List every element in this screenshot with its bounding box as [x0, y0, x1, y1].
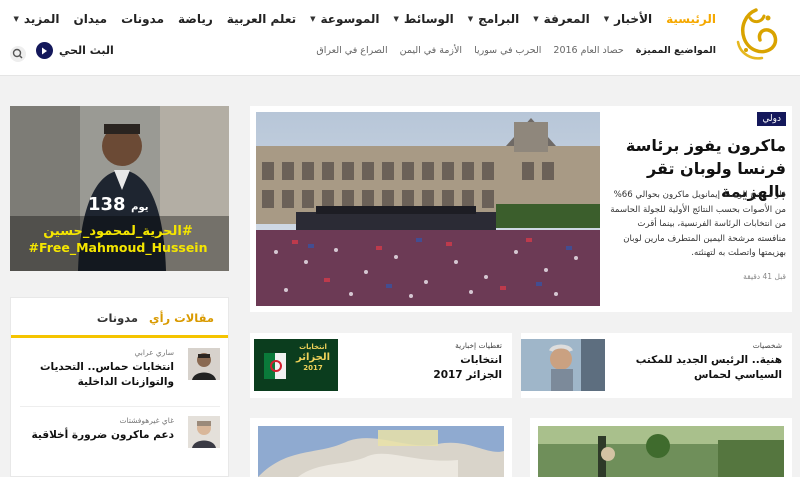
- opinion-item[interactable]: غاي غيرهوفشتات دعم ماكرون ضرورة أخلاقية: [20, 416, 220, 476]
- topic-link[interactable]: الأزمة في اليمن: [400, 45, 462, 56]
- main-story-card[interactable]: دولي ماكرون يفوز برئاسة فرنسا ولوبان تقر…: [250, 106, 792, 312]
- nav-item-sport[interactable]: رياضة: [178, 12, 213, 26]
- story-thumbnail: انتخابات الجزائر 2017: [254, 339, 338, 391]
- play-icon: [36, 42, 53, 59]
- opinion-title[interactable]: انتخابات حماس.. التحديات والتوازنات الدا…: [24, 360, 174, 390]
- story-thumbnail: [521, 339, 605, 391]
- caret-down-icon: ▼: [467, 15, 474, 23]
- main-story-image[interactable]: [256, 112, 600, 306]
- nav-item-home[interactable]: الرئيسية: [666, 12, 716, 26]
- story-card[interactable]: [250, 418, 512, 477]
- nav-item-encyclopedia[interactable]: الموسوعة ▼: [310, 12, 379, 26]
- story-card[interactable]: شخصيات هنية.. الرئيس الجديد للمكتب السيا…: [521, 333, 792, 398]
- live-stream-button[interactable]: البث الحي: [36, 42, 114, 59]
- nav-item-programs[interactable]: البرامج ▼: [468, 12, 520, 26]
- featured-topics: المواضيع المميزة حصاد العام 2016 الحرب ف…: [304, 45, 716, 56]
- story-image: [258, 426, 504, 477]
- thumbnail-caption: انتخابات الجزائر 2017: [295, 343, 330, 372]
- tab-opinion-articles[interactable]: مقالات رأي: [149, 311, 214, 325]
- story-category[interactable]: شخصيات: [753, 341, 782, 350]
- opinion-title[interactable]: دعم ماكرون ضرورة أخلاقية: [24, 428, 174, 443]
- nav-item-blogs[interactable]: مدونات: [121, 12, 164, 26]
- story-image: [538, 426, 784, 477]
- featured-topics-label: المواضيع المميزة: [635, 45, 716, 56]
- story-category[interactable]: تغطيات إخبارية: [455, 341, 502, 350]
- story-card[interactable]: [530, 418, 792, 477]
- caret-down-icon: ▼: [533, 15, 539, 23]
- topic-link[interactable]: حصاد العام 2016: [553, 45, 623, 56]
- topic-link[interactable]: الصراع في العراق: [316, 45, 387, 56]
- author-name: ساري عرابي: [134, 348, 174, 357]
- live-stream-label: البث الحي: [59, 44, 114, 57]
- story-title[interactable]: هنية.. الرئيس الجديد للمكتب السياسي لحما…: [632, 353, 782, 383]
- site-header: الرئيسية الأخبار ▼ المعرفة ▼ البرامج ▼ الوس…: [0, 0, 800, 76]
- main-story-text: دولي ماكرون يفوز برئاسة فرنسا ولوبان تقر…: [606, 112, 786, 306]
- timestamp: قبل 41 دقيقة: [743, 272, 786, 281]
- opinion-item[interactable]: ساري عرابي انتخابات حماس.. التحديات والت…: [20, 348, 220, 408]
- nav-item-media[interactable]: الوسائط ▼: [394, 12, 454, 26]
- divider: [20, 406, 220, 407]
- caret-down-icon: ▼: [393, 15, 399, 23]
- author-name: غاي غيرهوفشتات: [119, 416, 175, 425]
- campaign-hashtag-arabic: #الحرية_لمحمود_حسين: [43, 224, 193, 239]
- campaign-hashtag-english: #Free_Mahmoud_Hussein: [28, 240, 208, 255]
- author-avatar: [188, 348, 220, 380]
- author-avatar: [188, 416, 220, 448]
- topic-link[interactable]: الحرب في سوريا: [474, 45, 541, 56]
- caret-down-icon: ▼: [310, 15, 316, 23]
- opinion-box: مقالات رأي مدونات ساري عرابي انتخابات حم…: [10, 297, 229, 477]
- nav-item-knowledge[interactable]: المعرفة ▼: [533, 12, 589, 26]
- nav-item-midan[interactable]: ميدان: [73, 12, 107, 26]
- story-card[interactable]: انتخابات الجزائر 2017 تغطيات إخبارية انت…: [250, 333, 512, 398]
- aljazeera-logo[interactable]: [728, 4, 784, 64]
- nav-item-learn-arabic[interactable]: تعلم العربية: [227, 12, 296, 26]
- days-counter: يوم 138: [88, 194, 149, 215]
- story-title[interactable]: انتخابات الجزائر 2017: [422, 353, 502, 383]
- category-badge[interactable]: دولي: [757, 112, 786, 126]
- campaign-promo[interactable]: يوم 138 #الحرية_لمحمود_حسين #Free_Mahmou…: [10, 106, 229, 271]
- caret-down-icon: ▼: [13, 15, 19, 23]
- search-button[interactable]: [10, 46, 26, 62]
- main-story-summary: فاز مرشح الوسط إيمانويل ماكرون بحوالي 66…: [610, 190, 786, 258]
- search-icon: [12, 48, 23, 59]
- tab-blogs[interactable]: مدونات: [97, 311, 138, 325]
- nav-item-news[interactable]: الأخبار ▼: [604, 12, 652, 26]
- caret-down-icon: ▼: [603, 15, 610, 23]
- nav-item-more[interactable]: المزيد ▼: [14, 12, 60, 26]
- main-nav: الرئيسية الأخبار ▼ المعرفة ▼ البرامج ▼ الوس…: [0, 12, 716, 26]
- opinion-tabs: مقالات رأي مدونات: [11, 298, 228, 338]
